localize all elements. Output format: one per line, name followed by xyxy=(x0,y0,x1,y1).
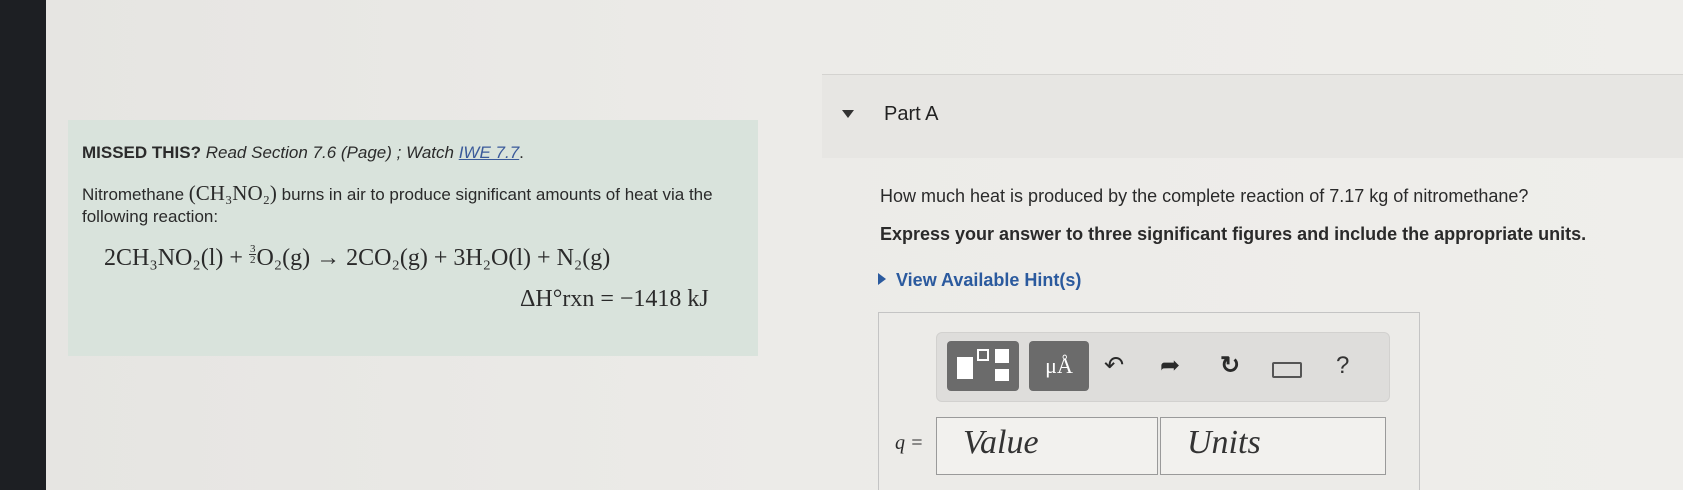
iwe-link[interactable]: IWE 7.7 xyxy=(459,143,519,162)
missed-this-line: MISSED THIS? Read Section 7.6 (Page) ; W… xyxy=(82,142,744,164)
equation-rest: O₂(g) → 2CO₂(g) + 3H₂O(l) + N₂(g) xyxy=(256,245,611,271)
templates-icon-top xyxy=(995,349,1009,363)
templates-icon-bottom xyxy=(995,369,1009,381)
units-input[interactable]: Units xyxy=(1160,417,1386,475)
keyboard-icon[interactable] xyxy=(1272,362,1302,378)
caret-right-icon xyxy=(878,273,886,285)
templates-button[interactable] xyxy=(947,341,1019,391)
reaction-equation: 2CH₃NO₂(l) + 3 2 O₂(g) → 2CO₂(g) + 3H₂O(l)… xyxy=(104,244,744,272)
templates-icon-box xyxy=(977,349,989,361)
redo-icon[interactable]: ➦ xyxy=(1160,354,1180,378)
question-text: How much heat is produced by the complet… xyxy=(880,186,1529,206)
undo-icon[interactable]: ↶ xyxy=(1104,354,1124,378)
help-icon[interactable]: ? xyxy=(1336,352,1349,380)
problem-text-before: Nitromethane xyxy=(82,185,185,204)
problem-statement: Nitromethane (CH₃NO₂) burns in air to pr… xyxy=(82,182,722,228)
screen-bezel xyxy=(0,0,46,490)
info-panel: MISSED THIS? Read Section 7.6 (Page) ; W… xyxy=(68,120,758,356)
view-hints-link[interactable]: View Available Hint(s) xyxy=(878,270,1081,291)
nitromethane-formula: (CH₃NO₂) xyxy=(188,181,277,205)
hint-label: View Available Hint(s) xyxy=(896,270,1082,290)
equation-reactant1: 2CH₃NO₂(l) + xyxy=(104,245,243,271)
templates-icon xyxy=(957,357,973,379)
units-button[interactable]: μÅ xyxy=(1029,341,1089,391)
instruction-text: Express your answer to three significant… xyxy=(880,224,1587,244)
missed-suffix: . xyxy=(519,143,524,162)
part-a-title[interactable]: Part A xyxy=(884,103,938,126)
value-input[interactable]: Value xyxy=(936,417,1158,475)
reset-icon[interactable]: ↻ xyxy=(1220,354,1240,378)
reaction-enthalpy: ΔH°rxn = −1418 kJ xyxy=(520,286,709,312)
read-section-text: Read Section 7.6 (Page) ; Watch xyxy=(205,143,454,162)
caret-down-icon[interactable] xyxy=(842,110,854,118)
q-label: q = xyxy=(895,432,924,454)
part-a-header[interactable] xyxy=(822,74,1683,158)
missed-this-label: MISSED THIS? xyxy=(82,143,202,162)
